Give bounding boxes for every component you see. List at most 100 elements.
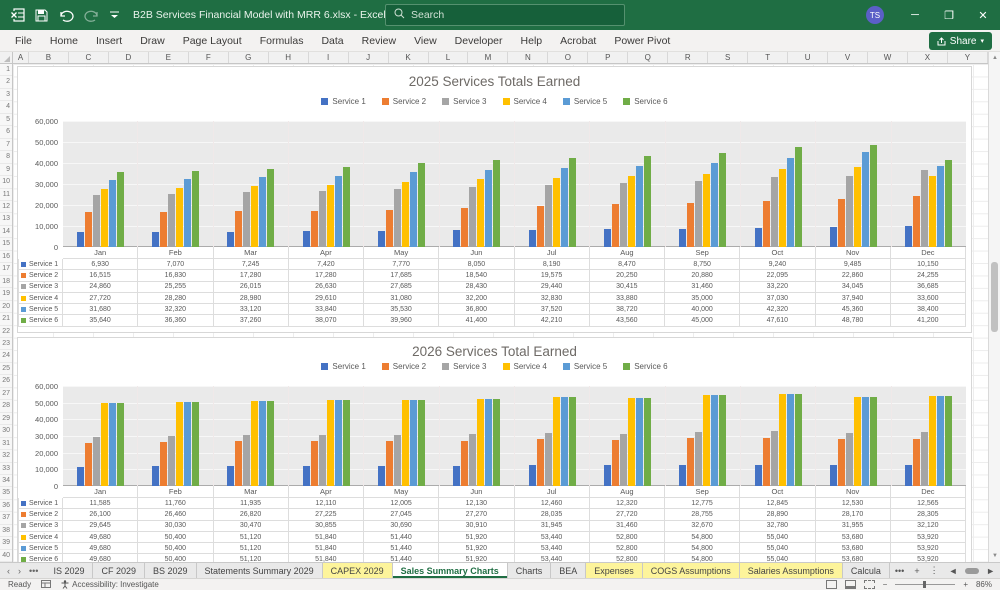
hscroll-left-icon[interactable]: ◄ [944,563,963,578]
ribbon-tab-developer[interactable]: Developer [446,30,512,52]
column-header-D[interactable]: D [109,52,149,63]
row-header-14[interactable]: 14 [0,226,12,238]
row-header-27[interactable]: 27 [0,388,12,400]
search-input[interactable]: Search [385,4,625,26]
row-header-35[interactable]: 35 [0,487,12,499]
row-header-9[interactable]: 9 [0,164,12,176]
column-header-S[interactable]: S [708,52,748,63]
column-header-P[interactable]: P [588,52,628,63]
column-header-T[interactable]: T [748,52,788,63]
ribbon-tab-data[interactable]: Data [312,30,352,52]
ribbon-tab-home[interactable]: Home [41,30,87,52]
column-header-J[interactable]: J [349,52,389,63]
sheet-tab-cf-2029[interactable]: CF 2029 [93,563,145,578]
chart-2025-services-totals[interactable]: 2025 Services Totals Earned Service 1Ser… [17,66,972,333]
minimize-icon[interactable]: ─ [898,0,932,30]
row-header-38[interactable]: 38 [0,525,12,537]
row-header-32[interactable]: 32 [0,450,12,462]
sheet-tab-charts[interactable]: Charts [508,563,552,578]
row-header-18[interactable]: 18 [0,276,12,288]
row-header-13[interactable]: 13 [0,213,12,225]
row-header-37[interactable]: 37 [0,512,12,524]
ribbon-tab-review[interactable]: Review [353,30,405,52]
select-all-corner[interactable] [0,52,13,64]
zoom-slider-thumb[interactable] [923,581,926,588]
sheet-tab-is-2029[interactable]: IS 2029 [45,563,93,578]
zoom-level[interactable]: 86% [976,580,992,589]
new-sheet-icon[interactable]: + [909,563,924,578]
chart-2026-services-totals[interactable]: 2026 Services Total Earned Service 1Serv… [17,337,972,562]
tab-nav-right-icon[interactable]: › [15,566,24,576]
tab-nav-left-icon[interactable]: ‹ [4,566,13,576]
sheet-tab-capex-2029[interactable]: CAPEX 2029 [323,563,393,578]
undo-icon[interactable] [58,9,74,22]
column-header-W[interactable]: W [868,52,908,63]
row-header-28[interactable]: 28 [0,400,12,412]
sheet-tab-calcula[interactable]: Calcula [843,563,890,578]
qat-customize-icon[interactable] [110,11,119,19]
restore-icon[interactable]: ❐ [932,0,966,30]
column-header-A[interactable]: A [13,52,29,63]
column-header-E[interactable]: E [149,52,189,63]
accessibility-status[interactable]: Accessibility: Investigate [61,580,159,589]
row-header-29[interactable]: 29 [0,413,12,425]
row-header-40[interactable]: 40 [0,550,12,562]
row-header-2[interactable]: 2 [0,76,12,88]
zoom-slider[interactable] [895,584,955,585]
close-icon[interactable]: ✕ [966,0,1000,30]
row-header-19[interactable]: 19 [0,288,12,300]
row-header-12[interactable]: 12 [0,201,12,213]
tab-kebab-icon[interactable]: ⋮ [925,563,944,578]
column-header-I[interactable]: I [309,52,349,63]
column-header-V[interactable]: V [828,52,868,63]
excel-logo-icon[interactable] [10,8,25,22]
sheet-tab-bea[interactable]: BEA [551,563,586,578]
share-button[interactable]: Share ▾ [929,32,992,50]
column-header-H[interactable]: H [269,52,309,63]
row-header-10[interactable]: 10 [0,176,12,188]
row-header-31[interactable]: 31 [0,438,12,450]
row-header-23[interactable]: 23 [0,338,12,350]
column-header-O[interactable]: O [548,52,588,63]
column-header-Y[interactable]: Y [948,52,988,63]
view-page-layout-icon[interactable] [845,580,856,589]
sheet-tab-cogs-assumptions[interactable]: COGS Assumptions [643,563,740,578]
row-header-7[interactable]: 7 [0,139,12,151]
row-header-36[interactable]: 36 [0,500,12,512]
row-header-16[interactable]: 16 [0,251,12,263]
row-header-4[interactable]: 4 [0,101,12,113]
ribbon-tab-file[interactable]: File [6,30,41,52]
row-header-24[interactable]: 24 [0,350,12,362]
row-header-22[interactable]: 22 [0,326,12,338]
view-page-break-icon[interactable] [864,580,875,589]
save-icon[interactable] [35,9,48,22]
row-header-20[interactable]: 20 [0,301,12,313]
scroll-up-icon[interactable]: ▲ [989,52,1000,64]
column-header-X[interactable]: X [908,52,948,63]
row-header-17[interactable]: 17 [0,263,12,275]
ribbon-tab-draw[interactable]: Draw [131,30,174,52]
row-header-6[interactable]: 6 [0,126,12,138]
sheet-tab-expenses[interactable]: Expenses [586,563,643,578]
row-header-11[interactable]: 11 [0,189,12,201]
row-header-1[interactable]: 1 [0,64,12,76]
column-header-U[interactable]: U [788,52,828,63]
horizontal-scroll-thumb[interactable] [965,568,980,574]
view-normal-icon[interactable] [826,580,837,589]
vertical-scroll-thumb[interactable] [991,262,998,332]
column-header-M[interactable]: M [468,52,508,63]
row-header-21[interactable]: 21 [0,313,12,325]
column-header-N[interactable]: N [508,52,548,63]
ribbon-tab-insert[interactable]: Insert [87,30,131,52]
ribbon-tab-page-layout[interactable]: Page Layout [174,30,251,52]
row-header-34[interactable]: 34 [0,475,12,487]
row-header-25[interactable]: 25 [0,363,12,375]
column-header-Q[interactable]: Q [628,52,668,63]
column-header-K[interactable]: K [389,52,429,63]
row-header-39[interactable]: 39 [0,537,12,549]
ribbon-tab-acrobat[interactable]: Acrobat [551,30,605,52]
column-header-C[interactable]: C [69,52,109,63]
row-header-30[interactable]: 30 [0,425,12,437]
row-header-26[interactable]: 26 [0,375,12,387]
column-header-L[interactable]: L [429,52,469,63]
